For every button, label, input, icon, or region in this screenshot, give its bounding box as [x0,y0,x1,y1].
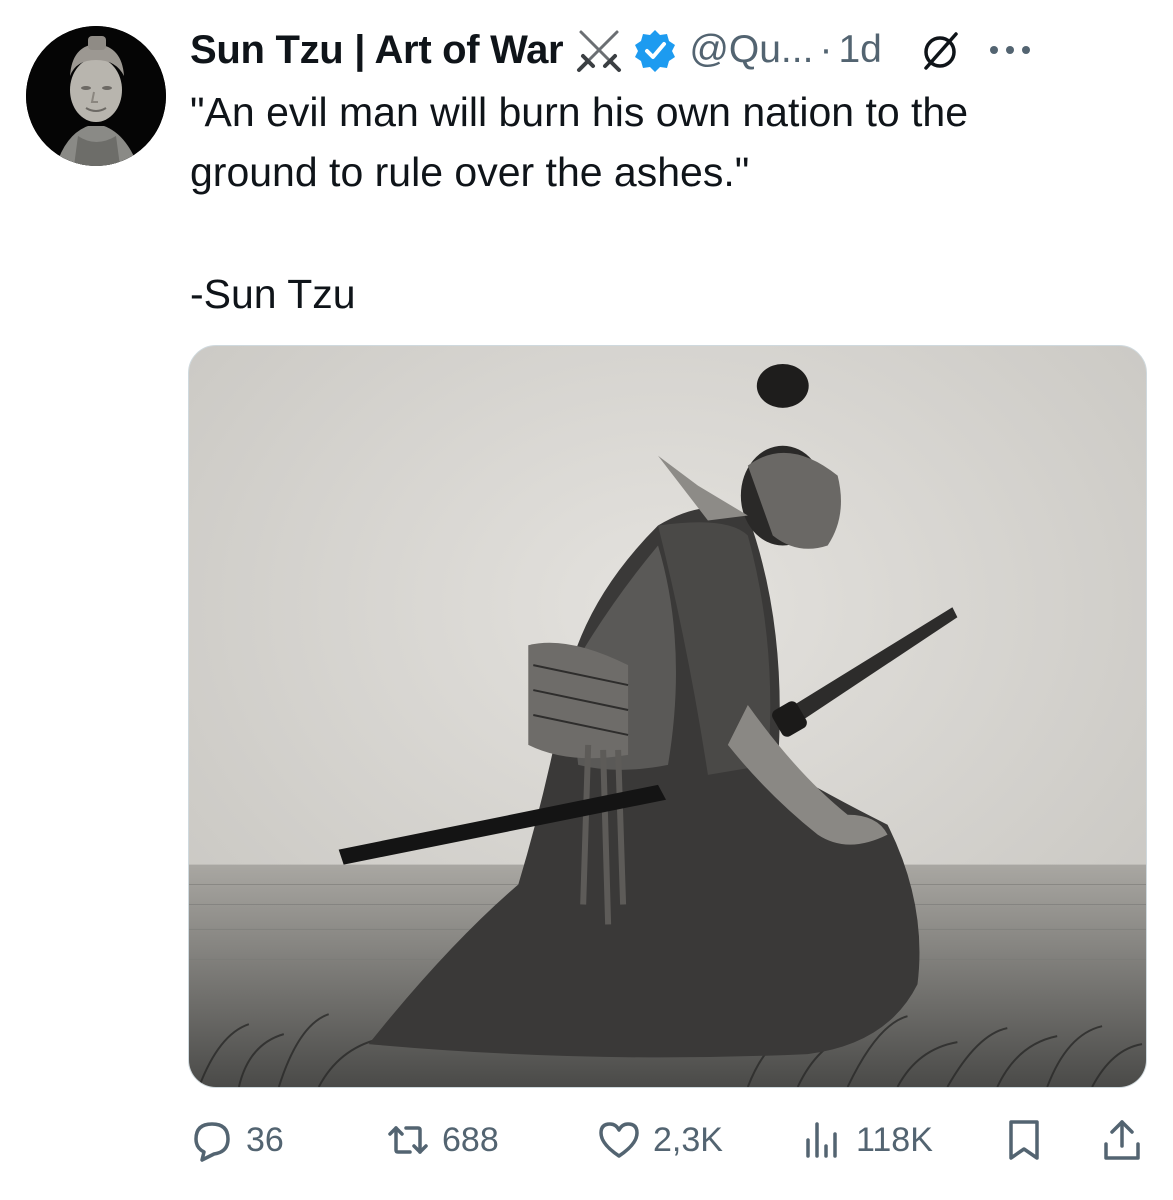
views-button[interactable]: 118K [800,1110,933,1170]
bookmark-icon [1009,1120,1039,1160]
tweet-media-image[interactable] [188,345,1147,1088]
reply-count: 36 [246,1120,284,1159]
kneeling-samurai-illustration [189,346,1146,1087]
retweet-button[interactable]: 688 [386,1110,499,1170]
more-options-icon[interactable] [986,40,1034,60]
like-button[interactable]: 2,3K [597,1110,723,1170]
views-bar-chart-icon [806,1122,837,1158]
verified-badge-icon[interactable] [633,28,677,72]
tweet-text-line-1: "An evil man will burn his own nation to… [190,89,969,135]
tweet-text-line-2: ground to rule over the ashes." [190,149,750,195]
reply-icon [194,1122,230,1162]
retweet-count: 688 [442,1120,499,1159]
share-button[interactable] [1100,1110,1144,1170]
display-name[interactable]: Sun Tzu | Art of War [190,28,564,73]
share-icon [1104,1120,1140,1160]
terracotta-warrior-avatar-icon [26,26,166,166]
like-count: 2,3K [653,1120,723,1159]
tweet-actions: 36 688 2,3K 118K [190,1110,1150,1170]
tweet-text: "An evil man will burn his own nation to… [190,82,1150,202]
avatar[interactable] [26,26,166,166]
reply-button[interactable]: 36 [190,1110,284,1170]
timestamp[interactable]: 1d [838,28,881,72]
heart-icon [599,1122,639,1158]
grok-icon[interactable] [918,28,962,72]
tweet-header: Sun Tzu | Art of War @Qu... · 1d [190,22,1153,78]
tweet-signature: -Sun Tzu [190,271,356,317]
crossed-swords-icon [573,24,625,76]
bookmark-button[interactable] [1002,1110,1046,1170]
retweet-icon [388,1126,428,1154]
tweet: Sun Tzu | Art of War @Qu... · 1d "An evi… [0,0,1173,1200]
separator-dot: · [819,28,833,71]
handle[interactable]: @Qu... [689,28,813,72]
views-count: 118K [856,1120,933,1159]
